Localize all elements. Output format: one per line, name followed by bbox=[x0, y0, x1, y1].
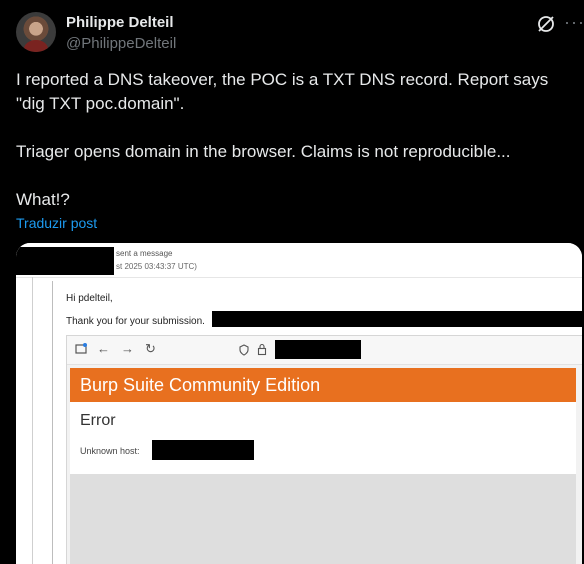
attached-screenshot[interactable]: sent a message st 2025 03:43:37 UTC) Hi … bbox=[16, 243, 582, 564]
more-options-icon[interactable]: ··· bbox=[564, 12, 584, 33]
email-thanks: Thank you for your submission. bbox=[66, 316, 205, 327]
embedded-browser-screenshot: ← → ↻ Burp Suite Community Edition Error… bbox=[66, 335, 582, 564]
shield-icon bbox=[239, 344, 249, 356]
email-header: sent a message st 2025 03:43:37 UTC) bbox=[16, 243, 582, 278]
redaction-bar bbox=[152, 440, 254, 460]
back-icon: ← bbox=[97, 341, 110, 356]
email-sender-line: sent a message bbox=[116, 249, 173, 258]
author-name[interactable]: Philippe Delteil bbox=[66, 14, 174, 31]
quote-divider bbox=[52, 281, 53, 564]
browser-toolbar: ← → ↻ bbox=[67, 336, 582, 365]
translate-post-link[interactable]: Traduzir post bbox=[16, 215, 97, 231]
grok-icon[interactable] bbox=[536, 14, 556, 34]
burp-banner: Burp Suite Community Edition bbox=[70, 368, 576, 402]
reload-icon: ↻ bbox=[145, 341, 156, 356]
author-handle[interactable]: @PhilippeDelteil bbox=[66, 35, 176, 52]
burp-banner-title: Burp Suite Community Edition bbox=[80, 375, 321, 395]
email-date-line: st 2025 03:43:37 UTC) bbox=[116, 262, 197, 271]
author-avatar[interactable] bbox=[16, 12, 56, 52]
sidebar-toggle-icon bbox=[75, 343, 87, 354]
email-greeting: Hi pdelteil, bbox=[66, 293, 113, 304]
thread-divider bbox=[32, 277, 33, 564]
unknown-host-label: Unknown host: bbox=[80, 446, 140, 456]
error-title: Error bbox=[80, 412, 116, 429]
browser-empty-area bbox=[70, 474, 576, 564]
forward-icon: → bbox=[121, 341, 134, 356]
redaction-bar bbox=[212, 311, 582, 327]
redaction-bar bbox=[16, 247, 114, 275]
redaction-bar bbox=[275, 340, 361, 359]
lock-icon bbox=[257, 343, 267, 356]
error-panel: Error Unknown host: bbox=[70, 402, 576, 474]
tweet-text: I reported a DNS takeover, the POC is a … bbox=[16, 70, 549, 209]
